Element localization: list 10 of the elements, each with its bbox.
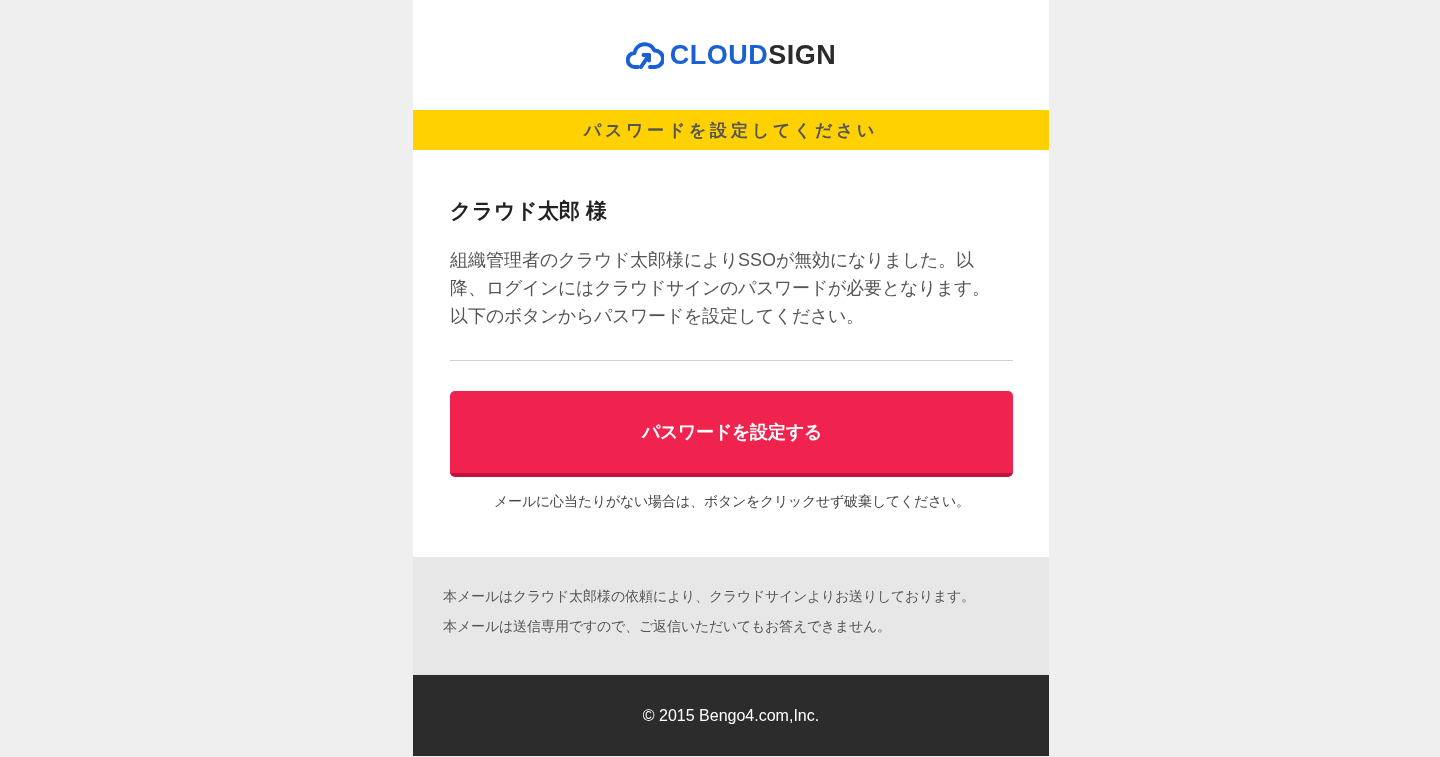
copyright-text: © 2015 Bengo4.com,Inc. bbox=[642, 706, 820, 725]
set-password-button[interactable]: パスワードを設定する bbox=[450, 391, 1013, 477]
note-text: メールに心当たりがない場合は、ボタンをクリックせず破棄してください。 bbox=[492, 492, 971, 511]
notice-text: 本メールは送信専用ですので、ご返信いただいてもお答えできません。 bbox=[443, 617, 892, 636]
logo-wordmark: CLOUDSIGN bbox=[669, 40, 837, 70]
cloud-upload-icon bbox=[625, 40, 664, 70]
message-body: 組織管理者のクラウド太郎様によりSSOが無効になりました。以降、ログインにはクラウドサインのパスワードが必要となります。以下のボタンからパスワードを設定してください。 bbox=[450, 249, 991, 328]
greeting: クラウド太郎 様 bbox=[450, 198, 608, 224]
banner-title: パスワードを設定してください bbox=[413, 110, 1049, 150]
notice-text: 本メールはクラウド太郎様の依頼により、クラウドサインよりお送りしております。 bbox=[443, 587, 976, 606]
